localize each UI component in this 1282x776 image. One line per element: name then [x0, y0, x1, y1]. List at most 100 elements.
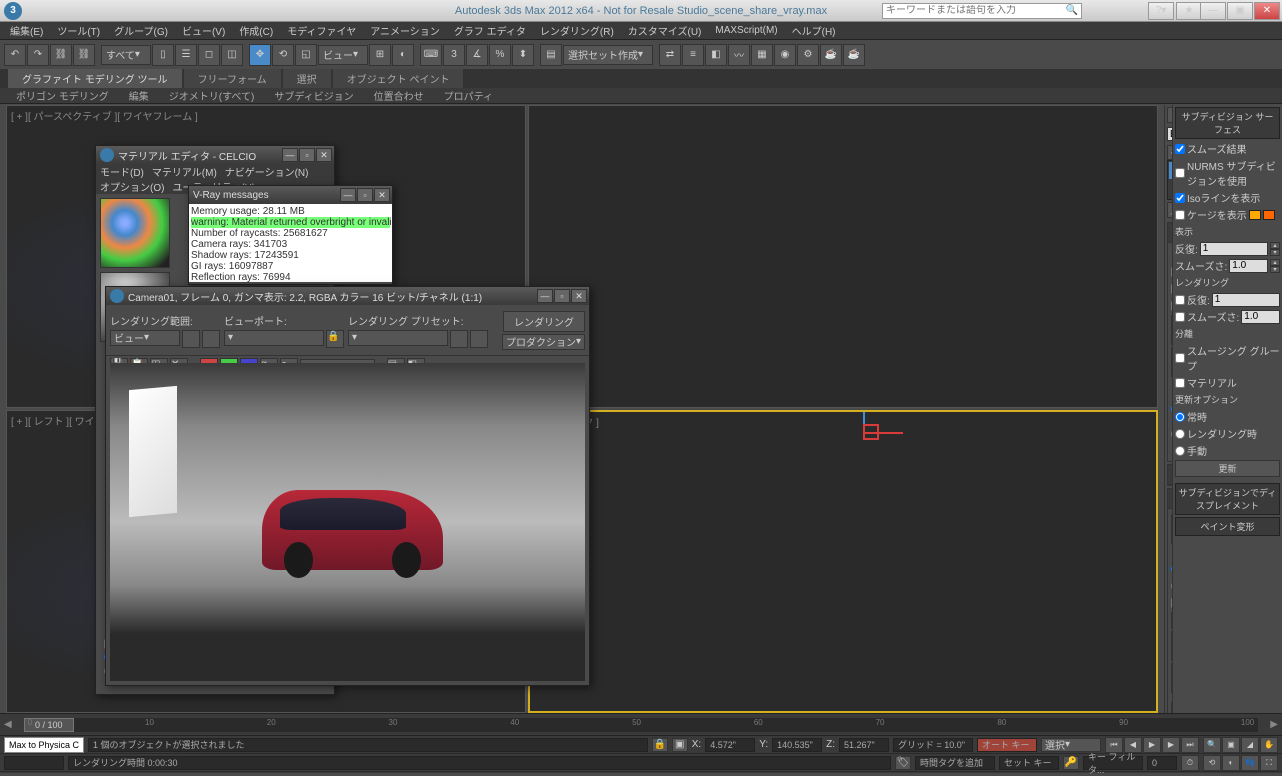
ribbon-sub-props[interactable]: プロパティ: [436, 87, 501, 104]
menu-maxscript[interactable]: MAXScript(M): [709, 23, 783, 38]
pan-btn[interactable]: ✋: [1260, 737, 1278, 753]
menu-rendering[interactable]: レンダリング(R): [534, 21, 620, 40]
mat-sample-1[interactable]: [100, 198, 170, 268]
render-max-button[interactable]: ▫: [554, 289, 570, 303]
pivot-button[interactable]: ⊞: [369, 44, 391, 66]
named-sel-dropdown[interactable]: 選択セット作成 ▾: [563, 45, 653, 65]
transform-gizmo[interactable]: [843, 412, 883, 452]
ribbon-sub-edit[interactable]: 編集: [121, 87, 157, 104]
ribbon-tab-paint[interactable]: オブジェクト ペイント: [333, 69, 464, 88]
menu-edit[interactable]: 編集(E): [4, 21, 49, 40]
vray-close-button[interactable]: ✕: [374, 188, 390, 202]
mirror-button[interactable]: ⇄: [659, 44, 681, 66]
isolate-btn[interactable]: ▣: [672, 738, 688, 752]
render-iter-check[interactable]: [1175, 295, 1185, 305]
z-coord[interactable]: 51.267": [839, 738, 889, 752]
current-frame[interactable]: 0: [1147, 756, 1177, 770]
menu-create[interactable]: 作成(C): [233, 21, 279, 40]
fov-btn[interactable]: ◢: [1241, 737, 1259, 753]
rotate-button[interactable]: ⟲: [272, 44, 294, 66]
script-input[interactable]: [4, 756, 64, 770]
update-manual-radio[interactable]: [1175, 446, 1185, 456]
undo-button[interactable]: ↶: [4, 44, 26, 66]
viewport-top-right[interactable]: [528, 105, 1158, 408]
zoom-all-btn[interactable]: ▣: [1222, 737, 1240, 753]
window-crossing-button[interactable]: ◫: [221, 44, 243, 66]
search-input[interactable]: [886, 5, 1066, 16]
select-name-button[interactable]: ☰: [175, 44, 197, 66]
menu-views[interactable]: ビュー(V): [176, 21, 231, 40]
move-button[interactable]: ✥: [249, 44, 271, 66]
smooth-result-check[interactable]: [1175, 144, 1185, 154]
subdiv-disp-rollout[interactable]: サブディビジョンでディスプレイメント: [1175, 483, 1280, 515]
render-frame-button[interactable]: ☕: [820, 44, 842, 66]
mat-menu-options[interactable]: オプション(O): [100, 179, 164, 194]
search-icon[interactable]: 🔍: [1066, 5, 1078, 16]
paint-deform-rollout[interactable]: ペイント変形: [1175, 517, 1280, 536]
menu-graph[interactable]: グラフ エディタ: [448, 21, 532, 40]
align-button[interactable]: ≡: [682, 44, 704, 66]
sep-smooth-check[interactable]: [1175, 353, 1185, 363]
render-close-button[interactable]: ✕: [571, 289, 587, 303]
walk-btn[interactable]: 👣: [1241, 755, 1259, 771]
render-setup-button[interactable]: ⚙: [797, 44, 819, 66]
mat-max-button[interactable]: ▫: [299, 148, 315, 162]
y-coord[interactable]: 140.535": [772, 738, 822, 752]
menu-modifiers[interactable]: モディファイヤ: [281, 21, 362, 40]
auto-key-button[interactable]: オート キー: [977, 738, 1037, 752]
ribbon-sub-geometry[interactable]: ジオメトリ(すべて): [161, 87, 263, 104]
minimize-button[interactable]: —: [1200, 2, 1226, 20]
cage-color2[interactable]: [1263, 210, 1275, 220]
zoom-btn[interactable]: 🔍: [1203, 737, 1221, 753]
isoline-check[interactable]: [1175, 193, 1185, 203]
goto-end-btn[interactable]: ⏭: [1181, 737, 1199, 753]
production-dropdown[interactable]: プロダクション ▾: [502, 334, 585, 350]
preset-btn2[interactable]: [470, 330, 488, 348]
iter-field[interactable]: [1200, 242, 1268, 256]
update-button[interactable]: 更新: [1175, 460, 1280, 477]
star-icon[interactable]: ★: [1176, 2, 1202, 20]
snap-button[interactable]: 3: [443, 44, 465, 66]
update-render-radio[interactable]: [1175, 429, 1185, 439]
menu-group[interactable]: グループ(G): [108, 21, 174, 40]
menu-customize[interactable]: カスタマイズ(U): [622, 21, 708, 40]
ribbon-tab-freeform[interactable]: フリーフォーム: [184, 69, 281, 88]
ref-coord-dropdown[interactable]: ビュー ▾: [318, 45, 368, 65]
play-btn[interactable]: ▶: [1143, 737, 1161, 753]
viewport-bottom-right[interactable]: リスティック ]: [528, 410, 1158, 713]
render-crop-btn[interactable]: [202, 330, 220, 348]
vray-titlebar[interactable]: V-Ray messages — ▫ ✕: [189, 186, 392, 204]
curve-editor-button[interactable]: 〰: [728, 44, 750, 66]
lock-viewport-btn[interactable]: 🔒: [326, 330, 344, 348]
help-dropdown[interactable]: ?▾: [1148, 2, 1174, 20]
edit-named-sel-button[interactable]: ▤: [540, 44, 562, 66]
time-tag-label[interactable]: 時間タグを追加: [915, 756, 995, 770]
percent-snap-button[interactable]: %: [489, 44, 511, 66]
key-icon[interactable]: 🔑: [1063, 756, 1079, 770]
update-always-radio[interactable]: [1175, 412, 1185, 422]
orbit-btn[interactable]: ⟲: [1203, 755, 1221, 771]
mat-min-button[interactable]: —: [282, 148, 298, 162]
link-button[interactable]: ⛓: [50, 44, 72, 66]
render-button[interactable]: ☕: [843, 44, 865, 66]
key-filter-button[interactable]: キー フィルタ...: [1083, 756, 1143, 770]
viewport-dropdown[interactable]: ▾: [224, 330, 324, 346]
material-editor-button[interactable]: ◉: [774, 44, 796, 66]
vray-max-button[interactable]: ▫: [357, 188, 373, 202]
set-key-button[interactable]: セット キー: [999, 756, 1059, 770]
schematic-button[interactable]: ▦: [751, 44, 773, 66]
vray-log[interactable]: Memory usage: 28.11 MB warning: Material…: [189, 204, 392, 282]
maximize-button[interactable]: ▣: [1227, 2, 1253, 20]
sep-mat-check[interactable]: [1175, 378, 1185, 388]
time-slider[interactable]: 0 / 100 0102030405060708090100: [24, 718, 1259, 732]
next-frame-btn[interactable]: ▶: [1162, 737, 1180, 753]
preset-btn1[interactable]: [450, 330, 468, 348]
menu-animation[interactable]: アニメーション: [364, 21, 446, 40]
render-area-dropdown[interactable]: ビュー ▾: [110, 330, 180, 346]
spinner-snap-button[interactable]: ⬍: [512, 44, 534, 66]
vray-min-button[interactable]: —: [340, 188, 356, 202]
cage-color1[interactable]: [1249, 210, 1261, 220]
maxscript-listener[interactable]: Max to Physica C: [4, 737, 84, 753]
layers-button[interactable]: ◧: [705, 44, 727, 66]
render-region-btn[interactable]: [182, 330, 200, 348]
